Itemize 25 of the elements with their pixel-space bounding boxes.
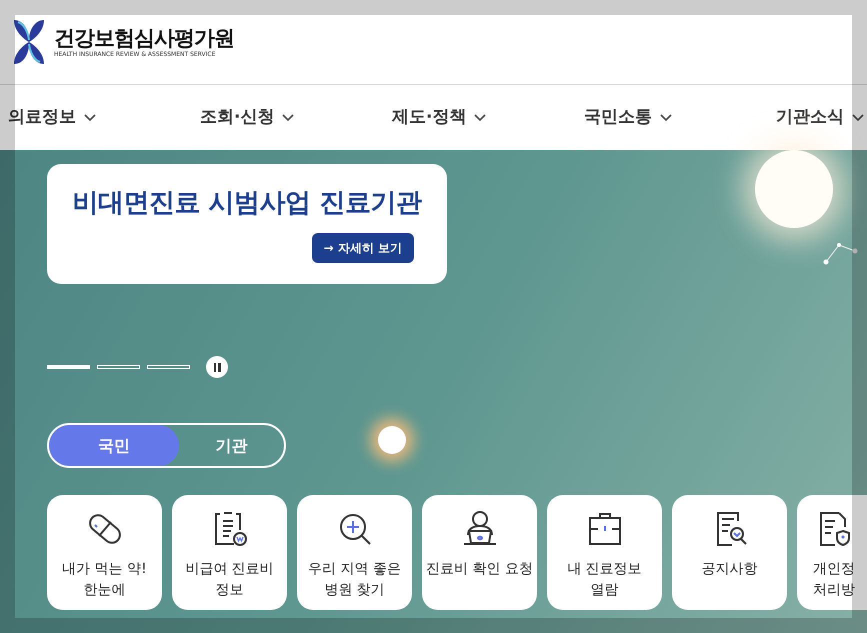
menu-item[interactable]: 제도·정책 bbox=[392, 104, 584, 130]
menu-item[interactable]: 국민소통 bbox=[584, 104, 776, 130]
logo-icon bbox=[12, 18, 46, 66]
chevron-down-icon bbox=[84, 114, 96, 122]
menu-item[interactable]: 의료정보 bbox=[8, 104, 200, 130]
chevron-down-icon bbox=[282, 114, 294, 122]
service-card[interactable]: 우리 지역 좋은 병원 찾기 bbox=[297, 495, 412, 610]
chevron-down-icon bbox=[474, 114, 486, 122]
banner-title: 비대면진료 시범사업 진료기관 bbox=[72, 187, 422, 220]
service-card[interactable]: 내 진료정보 열람 bbox=[547, 495, 662, 610]
pause-button[interactable] bbox=[206, 356, 228, 378]
chevron-down-icon bbox=[660, 114, 672, 122]
service-card[interactable]: 진료비 확인 요청 bbox=[422, 495, 537, 610]
service-card[interactable]: 내가 먹는 약! 한눈에 bbox=[47, 495, 162, 610]
audience-tab[interactable]: 기관 bbox=[179, 425, 284, 466]
details-button[interactable]: → 자세히 보기 bbox=[312, 233, 414, 263]
menu-item[interactable]: 조회·신청 bbox=[200, 104, 392, 130]
slide-indicator[interactable] bbox=[97, 365, 140, 369]
small-sun-glow bbox=[378, 426, 406, 454]
menu-item[interactable]: 기관소식 bbox=[776, 104, 867, 130]
slide-indicator[interactable] bbox=[147, 365, 190, 369]
logo-title: 건강보험심사평가원 bbox=[54, 25, 234, 51]
service-card[interactable]: 비급여 진료비 정보 bbox=[172, 495, 287, 610]
service-card[interactable]: 공지사항 bbox=[672, 495, 787, 610]
audience-tab[interactable]: 국민 bbox=[49, 425, 179, 466]
